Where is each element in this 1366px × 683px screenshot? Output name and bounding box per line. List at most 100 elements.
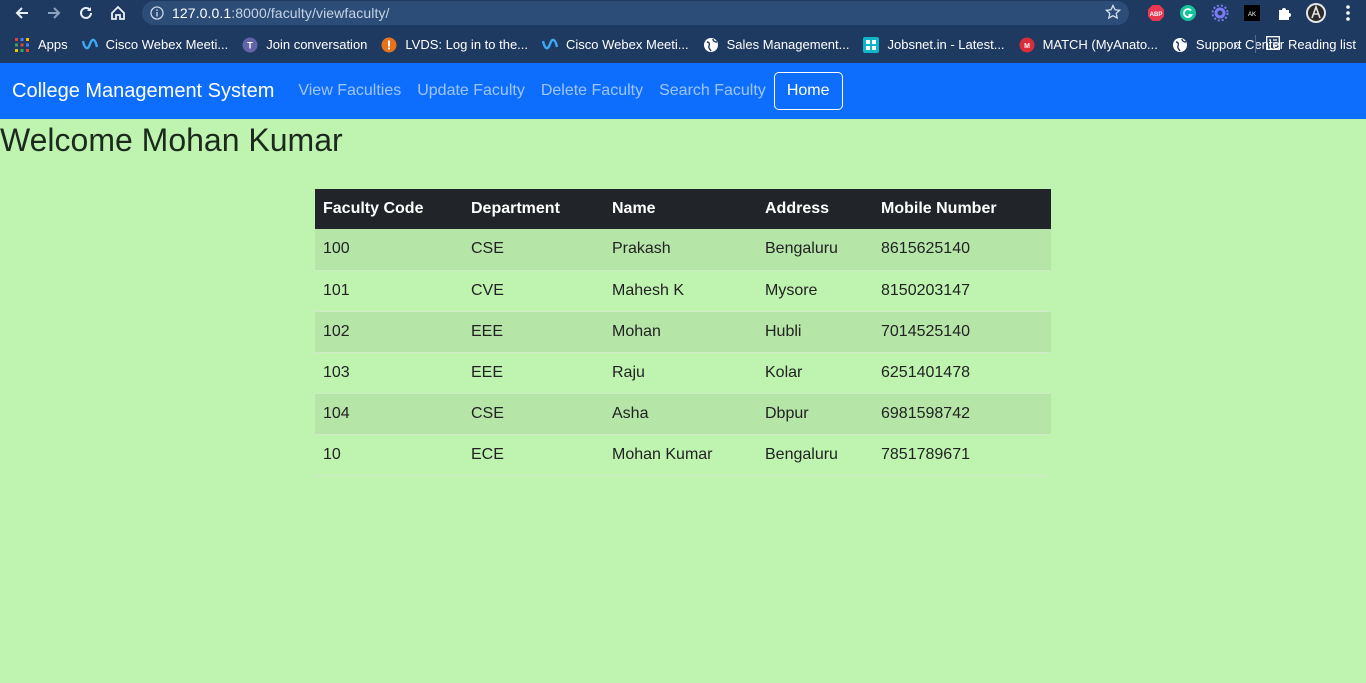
browser-toolbar: 127.0.0.1:8000/faculty/viewfaculty/ ABP … [0,0,1366,26]
cell-mobile: 6251401478 [873,352,1051,394]
back-button[interactable] [6,0,38,26]
bookmark-label: LVDS: Log in to the... [405,37,529,52]
home-page-button[interactable] [102,0,134,26]
cell-mobile: 7014525140 [873,311,1051,353]
bookmark-label: Apps [38,37,68,52]
ak-extension-icon[interactable]: AK [1236,0,1268,26]
svg-text:T: T [247,40,253,50]
gear-extension-icon[interactable] [1204,0,1236,26]
cell-faculty-code: 104 [315,393,463,435]
svg-text:ABP: ABP [1150,12,1163,18]
bookmark-jobsnet[interactable]: Jobsnet.in - Latest... [863,26,1005,63]
bookmark-join-conversation[interactable]: T Join conversation [242,26,367,63]
table-header-row: Faculty Code Department Name Address Mob… [315,189,1051,229]
table-row: 102 EEE Mohan Hubli 7014525140 [315,311,1051,353]
cell-faculty-code: 102 [315,311,463,353]
cell-department: CVE [463,270,604,312]
faculty-table: Faculty Code Department Name Address Mob… [315,189,1051,476]
forward-button[interactable] [38,0,70,26]
bookmark-label: Jobsnet.in - Latest... [887,37,1005,52]
info-icon[interactable] [142,6,172,20]
url-text: 127.0.0.1:8000/faculty/viewfaculty/ [172,5,390,21]
welcome-heading: Welcome Mohan Kumar [0,122,343,158]
webex-icon [81,37,98,53]
cell-mobile: 7851789671 [873,434,1051,476]
cell-mobile: 8150203147 [873,270,1051,312]
reload-button[interactable] [70,0,102,26]
cell-address: Mysore [757,270,873,312]
bookmark-label: Sales Management... [726,37,850,52]
svg-text:M: M [1024,43,1030,50]
column-header-mobile: Mobile Number [873,189,1051,229]
cell-name: Prakash [604,229,757,271]
cell-department: CSE [463,393,604,435]
back-arrow-icon [15,7,28,19]
bookmark-match[interactable]: M MATCH (MyAnato... [1019,26,1158,63]
adblock-extension-icon[interactable]: ABP [1140,0,1172,26]
nav-view-faculties[interactable]: View Faculties [298,82,401,100]
cell-mobile: 8615625140 [873,229,1051,271]
cell-faculty-code: 100 [315,229,463,271]
bookmark-webex-1[interactable]: Cisco Webex Meeti... [81,26,228,63]
address-bar[interactable]: 127.0.0.1:8000/faculty/viewfaculty/ [142,1,1129,25]
bookmark-star-icon[interactable] [1104,3,1122,25]
more-bookmarks-button[interactable]: » [1233,26,1241,63]
puzzle-extensions-icon[interactable] [1268,0,1300,26]
reading-list-button[interactable]: Reading list [1266,26,1356,63]
cell-faculty-code: 101 [315,270,463,312]
house-icon [111,5,125,20]
nav-update-faculty[interactable]: Update Faculty [417,82,525,100]
cell-department: EEE [463,352,604,394]
table-row: 100 CSE Prakash Bengaluru 8615625140 [315,229,1051,271]
jobsnet-icon [863,36,880,53]
cell-faculty-code: 103 [315,352,463,394]
column-header-address: Address [757,189,873,229]
globe-icon [1172,37,1188,53]
nav-search-faculty[interactable]: Search Faculty [659,82,766,100]
bookmark-webex-2[interactable]: Cisco Webex Meeti... [542,26,689,63]
bookmarks-bar: Apps Cisco Webex Meeti... T Join convers… [0,26,1366,63]
table-row: 10 ECE Mohan Kumar Bengaluru 7851789671 [315,434,1051,476]
cell-department: CSE [463,229,604,271]
column-header-name: Name [604,189,757,229]
forward-arrow-icon [48,7,61,19]
grammarly-extension-icon[interactable] [1172,0,1204,26]
kebab-menu-icon[interactable] [1332,0,1364,26]
cell-address: Bengaluru [757,229,873,271]
bookmark-label: MATCH (MyAnato... [1042,37,1158,52]
reading-list-icon [1266,36,1280,53]
cell-address: Bengaluru [757,434,873,476]
cell-faculty-code: 10 [315,434,463,476]
reading-list-label: Reading list [1288,37,1356,52]
home-button[interactable]: Home [773,72,843,110]
globe-icon [703,37,719,53]
app-navbar: College Management System View Faculties… [0,63,1366,119]
bookmark-label: Join conversation [266,37,368,52]
webex-icon [542,37,559,53]
reload-icon [80,6,92,19]
cell-address: Kolar [757,352,873,394]
bookmark-apps[interactable]: Apps [14,26,68,63]
cell-mobile: 6981598742 [873,393,1051,435]
bookmark-sales-management[interactable]: Sales Management... [703,26,850,63]
bookmarks-divider [1255,35,1256,53]
cell-name: Asha [604,393,757,435]
bookmark-label: Cisco Webex Meeti... [566,37,689,52]
brand-title[interactable]: College Management System [12,80,274,103]
cell-name: Mohan Kumar [604,434,757,476]
teams-icon: T [242,37,258,53]
cell-department: EEE [463,311,604,353]
cell-address: Hubli [757,311,873,353]
column-header-department: Department [463,189,604,229]
svg-text:AK: AK [1248,12,1256,18]
match-icon: M [1019,37,1035,53]
cell-name: Mohan [604,311,757,353]
cell-address: Dbpur [757,393,873,435]
lvds-icon [381,37,397,53]
table-row: 103 EEE Raju Kolar 6251401478 [315,352,1051,394]
nav-delete-faculty[interactable]: Delete Faculty [541,82,643,100]
cell-name: Mahesh K [604,270,757,312]
table-row: 104 CSE Asha Dbpur 6981598742 [315,393,1051,435]
bookmark-lvds[interactable]: LVDS: Log in to the... [381,26,528,63]
profile-avatar-icon[interactable] [1300,0,1332,26]
